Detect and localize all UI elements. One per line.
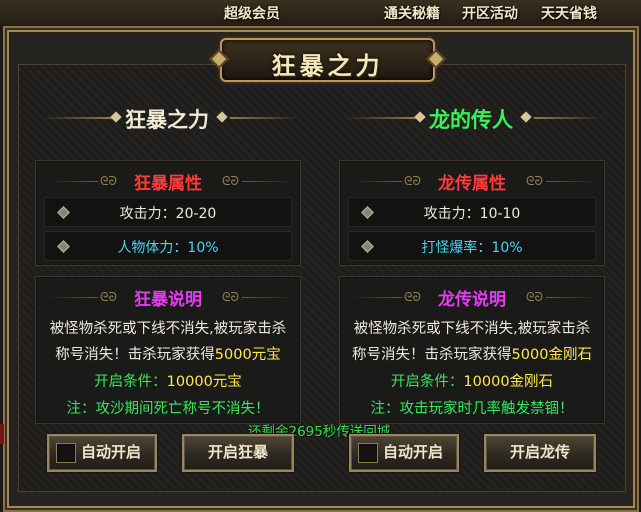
open-berserk-button[interactable]: 开启狂暴 [182, 434, 294, 472]
stat-row: 人物体力：10% [44, 231, 292, 261]
panel-title: 狂暴之力 [271, 52, 384, 80]
title-plaque: 狂暴之力 [209, 38, 446, 82]
header-rule [230, 117, 300, 119]
right-condition: 开启条件：10000金刚石 [340, 370, 604, 391]
left-auto-open-toggle[interactable]: 自动开启 [47, 434, 157, 472]
header-rule [546, 181, 596, 182]
header-rule [242, 297, 292, 298]
right-desc-line2: 称号消失！击杀玩家获得5000金刚石 [340, 343, 604, 364]
left-column-header: 狂暴之力 [32, 98, 302, 138]
scroll-ornament-icon: ᘓᘐ [222, 174, 239, 188]
left-condition: 开启条件：10000元宝 [36, 370, 300, 391]
header-rule [534, 117, 604, 119]
right-desc-box: ᘓᘐ 龙传说明 ᘓᘐ 被怪物杀死或下线不消失,被玩家击杀 称号消失！击杀玩家获得… [339, 276, 605, 424]
right-attr-box: ᘓᘐ 龙传属性 ᘓᘐ 攻击力：10-10 打怪爆率：10% [339, 160, 605, 266]
box-header: ᘓᘐ 龙传属性 ᘓᘐ [340, 169, 604, 194]
scroll-ornament-icon: ᘓᘐ [222, 290, 239, 304]
menu-guide[interactable]: 通关秘籍 [384, 3, 440, 23]
right-note: 注：攻击玩家时几率触发禁锢！ [370, 401, 574, 417]
left-desc-line1: 被怪物杀死或下线不消失,被玩家击杀 [49, 321, 287, 337]
left-cond-label: 开启条件： [94, 374, 167, 390]
top-menu-bar: 超级会员 通关秘籍 开区活动 天天省钱 [0, 0, 641, 26]
left-desc-line2-text: 称号消失！击杀玩家获得 [55, 347, 215, 363]
box-header: ᘓᘐ 狂暴说明 ᘓᘐ [36, 285, 300, 310]
right-stat-droprate: 打怪爆率：10% [421, 240, 523, 256]
box-header: ᘓᘐ 狂暴属性 ᘓᘐ [36, 169, 300, 194]
left-note: 注：攻沙期间死亡称号不消失！ [66, 401, 270, 417]
right-cond-value: 10000金刚石 [463, 374, 554, 390]
right-column-header: 龙的传人 [336, 98, 606, 138]
menu-vip[interactable]: 超级会员 [224, 3, 280, 23]
left-stat-attack: 攻击力：20-20 [119, 206, 217, 222]
left-desc-box: ᘓᘐ 狂暴说明 ᘓᘐ 被怪物杀死或下线不消失,被玩家击杀 称号消失！击杀玩家获得… [35, 276, 301, 424]
scroll-ornament-icon: ᘓᘐ [526, 174, 543, 188]
right-cond-label: 开启条件： [390, 374, 464, 390]
right-reward: 5000金刚石 [511, 347, 592, 363]
right-desc-line1: 被怪物杀死或下线不消失,被玩家击杀 [353, 321, 591, 337]
right-auto-open-toggle[interactable]: 自动开启 [349, 434, 459, 472]
right-header-title: 龙的传人 [429, 108, 513, 132]
auto-open-checkbox[interactable] [56, 443, 76, 463]
menu-daily-save[interactable]: 天天省钱 [541, 3, 597, 23]
auto-open-checkbox[interactable] [358, 443, 378, 463]
left-cond-value: 10000元宝 [166, 374, 242, 390]
right-stat-attack: 攻击力：10-10 [423, 206, 521, 222]
left-header-title: 狂暴之力 [125, 108, 209, 132]
left-attr-box: ᘓᘐ 狂暴属性 ᘓᘐ 攻击力：20-20 人物体力：10% [35, 160, 301, 266]
left-desc-line2: 称号消失！击杀玩家获得5000元宝 [36, 343, 300, 364]
left-reward: 5000元宝 [214, 347, 281, 363]
header-rule [242, 181, 292, 182]
stat-row: 攻击力：20-20 [44, 197, 292, 227]
scroll-ornament-icon: ᘓᘐ [526, 290, 543, 304]
header-rule [546, 297, 596, 298]
stat-row: 打怪爆率：10% [348, 231, 596, 261]
right-auto-open-label: 自动开启 [383, 443, 444, 461]
right-desc-line2-text: 称号消失！击杀玩家获得 [352, 347, 512, 363]
stat-row: 攻击力：10-10 [348, 197, 596, 227]
left-stat-vitality: 人物体力：10% [117, 240, 219, 256]
open-dragon-button[interactable]: 开启龙传 [484, 434, 596, 472]
box-header: ᘓᘐ 龙传说明 ᘓᘐ [340, 285, 604, 310]
left-auto-open-label: 自动开启 [81, 443, 142, 461]
edge-decoration [0, 424, 4, 444]
menu-server-event[interactable]: 开区活动 [462, 3, 518, 23]
